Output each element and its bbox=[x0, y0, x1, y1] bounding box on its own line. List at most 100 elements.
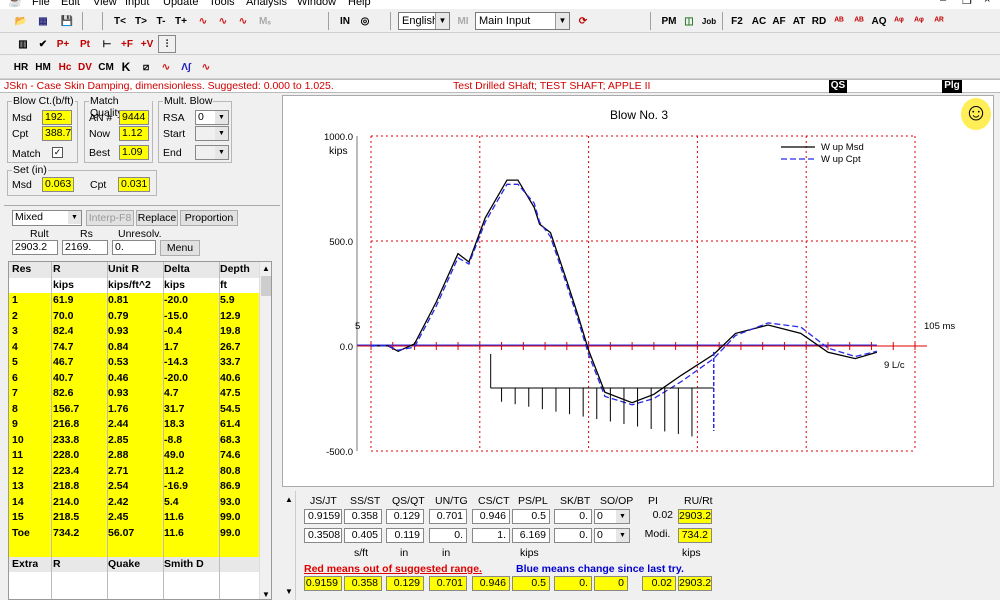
table-row[interactable]: 8 156.7 1.76 31.7 54.5 bbox=[9, 401, 259, 417]
save-icon[interactable]: 💾 bbox=[58, 12, 76, 30]
menu-help[interactable]: Help bbox=[348, 0, 371, 8]
menu-window[interactable]: Window bbox=[297, 0, 336, 8]
cm-button[interactable]: CM bbox=[97, 58, 115, 76]
table-row[interactable]: 15 218.5 2.45 11.6 99.0 bbox=[9, 510, 259, 526]
table-row[interactable]: 10 233.8 2.85 -8.8 68.3 bbox=[9, 432, 259, 448]
table-row-blank[interactable] bbox=[9, 541, 259, 557]
shift-left-button[interactable]: T< bbox=[111, 12, 129, 30]
rs-value[interactable]: 2169. bbox=[62, 240, 108, 255]
menu-tools[interactable]: Tools bbox=[209, 0, 235, 8]
table-header[interactable]: Res R Unit R Delta Depth bbox=[9, 262, 259, 278]
param-cell[interactable]: 2903.2 bbox=[678, 509, 712, 524]
param-cell[interactable]: 0. bbox=[554, 528, 592, 543]
time-plus-button[interactable]: T+ bbox=[172, 12, 190, 30]
ab-icon-2[interactable]: ᴬᴮ bbox=[850, 12, 868, 30]
k-button[interactable]: K bbox=[117, 58, 135, 76]
param-cell[interactable]: 0.119 bbox=[386, 528, 424, 543]
import-icon[interactable]: ▦ bbox=[34, 12, 52, 30]
wave-icon-1[interactable]: ∿ bbox=[194, 12, 212, 30]
table-row[interactable]: 12 223.4 2.71 11.2 80.8 bbox=[9, 463, 259, 479]
job-button[interactable]: Job bbox=[700, 12, 718, 30]
param-cell[interactable]: 0.129 bbox=[386, 509, 424, 524]
params-scrollbar[interactable]: ▲ ▼ bbox=[282, 491, 296, 600]
open-icon[interactable]: 📂 bbox=[12, 12, 30, 30]
aq-icon-2[interactable]: ᴬᵠ bbox=[910, 12, 928, 30]
rd-button[interactable]: RD bbox=[810, 12, 828, 30]
param-cell[interactable]: 0.9159 bbox=[304, 576, 342, 591]
param-cell[interactable]: 0.946 bbox=[472, 576, 510, 591]
restore-icon[interactable]: ❐ bbox=[962, 0, 972, 7]
table-units-row[interactable]: kips kips/ft^2 kips ft bbox=[9, 277, 259, 293]
wave-a-icon[interactable]: ∿ bbox=[157, 58, 175, 76]
af-button[interactable]: AF bbox=[770, 12, 788, 30]
plus-f-button[interactable]: +F bbox=[118, 35, 136, 53]
unresolved-value[interactable]: 0. bbox=[112, 240, 156, 255]
rult-value[interactable]: 2903.2 bbox=[12, 240, 58, 255]
minimize-icon[interactable]: – bbox=[940, 0, 946, 6]
wave-c-icon[interactable]: ∿ bbox=[197, 58, 215, 76]
time-minus-button[interactable]: T- bbox=[152, 12, 170, 30]
table-row[interactable]: 4 74.7 0.84 1.7 26.7 bbox=[9, 339, 259, 355]
table-scrollbar[interactable]: ▲ ▼ bbox=[259, 262, 271, 599]
param-cell[interactable]: 0.946 bbox=[472, 509, 510, 524]
param-cell[interactable]: 2903.2 bbox=[678, 576, 712, 591]
wave-b-icon[interactable]: Ʌ∫ bbox=[177, 58, 195, 76]
table-row[interactable]: 11 228.0 2.88 49.0 74.6 bbox=[9, 448, 259, 464]
param-cell[interactable]: 0. bbox=[554, 576, 592, 591]
param-cell[interactable]: Modi. bbox=[642, 528, 676, 543]
shift-right-button[interactable]: T> bbox=[132, 12, 150, 30]
in-button[interactable]: IN bbox=[336, 12, 354, 30]
aq-icon-1[interactable]: ᴬᵠ bbox=[890, 12, 908, 30]
hm-button[interactable]: HM bbox=[34, 58, 52, 76]
table-row[interactable]: 6 40.7 0.46 -20.0 40.6 bbox=[9, 370, 259, 386]
plus-v-button[interactable]: +V bbox=[138, 35, 156, 53]
bars-icon[interactable]: ▥ bbox=[14, 35, 32, 53]
so-op-select[interactable]: 0 ▼ bbox=[594, 509, 630, 524]
param-cell[interactable]: 0. bbox=[429, 528, 467, 543]
table-row[interactable]: 2 70.0 0.79 -15.0 12.9 bbox=[9, 308, 259, 324]
table-row[interactable]: 5 46.7 0.53 -14.3 33.7 bbox=[9, 355, 259, 371]
mode-select[interactable]: Mixed ▼ bbox=[12, 210, 82, 226]
f2-button[interactable]: F2 bbox=[728, 12, 746, 30]
table-row-toe[interactable]: Toe 734.2 56.07 11.6 99.0 bbox=[9, 525, 259, 541]
param-cell[interactable]: 734.2 bbox=[678, 528, 712, 543]
ac-button[interactable]: AC bbox=[750, 12, 768, 30]
dv-button[interactable]: DV bbox=[76, 58, 94, 76]
language-select[interactable]: English ▼ bbox=[398, 12, 450, 30]
aq-button[interactable]: AQ bbox=[870, 12, 888, 30]
main-input-select[interactable]: Main Input ▼ bbox=[475, 12, 570, 30]
ab-icon-1[interactable]: ᴬᴮ bbox=[830, 12, 848, 30]
menu-analysis[interactable]: Analysis bbox=[246, 0, 287, 8]
table-row[interactable]: 3 82.4 0.93 -0.4 19.8 bbox=[9, 324, 259, 340]
close-icon[interactable]: × bbox=[984, 0, 990, 6]
rsa-select[interactable]: 0 ▼ bbox=[195, 110, 229, 125]
param-cell[interactable]: 0.405 bbox=[344, 528, 382, 543]
param-cell[interactable]: 0.5 bbox=[512, 576, 550, 591]
wave-icon-2[interactable]: ∿ bbox=[214, 12, 232, 30]
hc-button[interactable]: Hc bbox=[56, 58, 74, 76]
menu-button[interactable]: Menu bbox=[160, 240, 200, 256]
at-button[interactable]: AT bbox=[790, 12, 808, 30]
hr-button[interactable]: HR bbox=[12, 58, 30, 76]
menu-input[interactable]: Input bbox=[125, 0, 149, 8]
table-row[interactable]: 9 216.8 2.44 18.3 61.4 bbox=[9, 417, 259, 433]
plg-indicator[interactable]: Plg bbox=[942, 80, 962, 93]
check-icon[interactable]: ✔ bbox=[34, 35, 52, 53]
param-cell[interactable]: 0.701 bbox=[429, 509, 467, 524]
param-cell[interactable]: 0.02 bbox=[642, 576, 676, 591]
qs-indicator[interactable]: QS bbox=[829, 80, 847, 93]
ar-icon[interactable]: ᴬᴿ bbox=[930, 12, 948, 30]
waveform-icon[interactable]: ⫶ bbox=[158, 35, 176, 53]
param-cell[interactable]: 0.701 bbox=[429, 576, 467, 591]
replace-button[interactable]: Replace bbox=[136, 210, 178, 226]
refresh-icon[interactable]: ⟳ bbox=[574, 12, 592, 30]
param-cell[interactable]: 0. bbox=[554, 509, 592, 524]
split-icon[interactable]: ⊢ bbox=[98, 35, 116, 53]
param-cell[interactable]: 6.169 bbox=[512, 528, 550, 543]
param-cell[interactable]: 1. bbox=[472, 528, 510, 543]
menu-update[interactable]: Update bbox=[163, 0, 198, 8]
table-row[interactable]: 1 61.9 0.81 -20.0 5.9 bbox=[9, 293, 259, 309]
param-cell[interactable]: 0 bbox=[594, 576, 628, 591]
match-checkbox[interactable]: ✓ bbox=[52, 147, 63, 158]
table-header-extra[interactable]: Extra R Quake Smith D bbox=[9, 556, 259, 572]
